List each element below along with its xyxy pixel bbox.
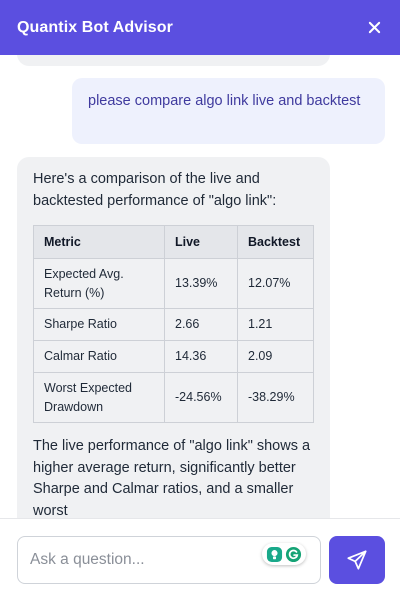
question-input[interactable] xyxy=(30,537,260,583)
table-cell-backtest: -38.29% xyxy=(237,372,314,423)
composer xyxy=(0,518,400,598)
table-cell-live: 2.66 xyxy=(164,308,238,341)
bot-message-intro: Here's a comparison of the live and back… xyxy=(33,171,277,209)
table-cell-backtest: 1.21 xyxy=(237,308,314,341)
chat-header: Quantix Bot Advisor xyxy=(0,0,400,55)
table-row: Worst Expected Drawdown -24.56% -38.29% xyxy=(33,372,314,423)
close-button[interactable] xyxy=(364,18,384,38)
extension-badges xyxy=(262,543,306,565)
table-cell-metric: Expected Avg. Return (%) xyxy=(33,258,165,309)
send-button[interactable] xyxy=(329,536,385,584)
close-icon xyxy=(368,21,380,34)
question-input-box[interactable] xyxy=(17,536,321,584)
column-header-live: Live xyxy=(164,225,238,259)
paper-plane-icon xyxy=(347,550,367,570)
table-cell-live: 13.39% xyxy=(164,258,238,309)
table-cell-metric: Calmar Ratio xyxy=(33,340,165,373)
grammarly-icon[interactable] xyxy=(285,546,302,563)
user-message-text: please compare algo link live and backte… xyxy=(88,93,361,109)
chat-title: Quantix Bot Advisor xyxy=(17,18,173,36)
table-cell-metric: Worst Expected Drawdown xyxy=(33,372,165,423)
comparison-table: Metric Live Backtest Expected Avg. Retur… xyxy=(33,225,314,423)
bot-message: Here's a comparison of the live and back… xyxy=(17,157,330,518)
table-cell-backtest: 2.09 xyxy=(237,340,314,373)
user-message: please compare algo link live and backte… xyxy=(72,78,385,144)
table-header-row: Metric Live Backtest xyxy=(33,225,314,259)
table-row: Expected Avg. Return (%) 13.39% 12.07% xyxy=(33,258,314,309)
table-cell-live: 14.36 xyxy=(164,340,238,373)
table-cell-metric: Sharpe Ratio xyxy=(33,308,165,341)
previous-message-bubble xyxy=(17,55,330,66)
grammar-assistant-icon[interactable] xyxy=(266,546,283,563)
message-list[interactable]: please compare algo link live and backte… xyxy=(0,55,400,518)
table-row: Calmar Ratio 14.36 2.09 xyxy=(33,340,314,373)
table-row: Sharpe Ratio 2.66 1.21 xyxy=(33,308,314,341)
column-header-metric: Metric xyxy=(33,225,165,259)
table-cell-live: -24.56% xyxy=(164,372,238,423)
bot-message-summary: The live performance of "algo link" show… xyxy=(33,438,311,518)
table-cell-backtest: 12.07% xyxy=(237,258,314,309)
column-header-backtest: Backtest xyxy=(237,225,314,259)
